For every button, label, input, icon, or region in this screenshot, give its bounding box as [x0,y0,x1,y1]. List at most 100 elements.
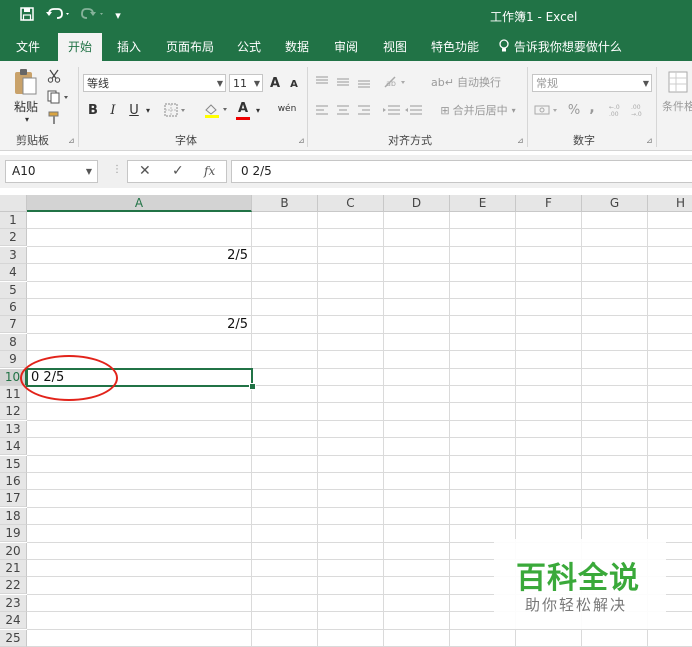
tab-file[interactable]: 文件 [16,33,40,61]
name-box[interactable]: A10 ▼ [5,160,98,183]
gridline [27,350,692,352]
vertical-align-icons[interactable] [314,73,374,91]
row-header-6[interactable]: 6 [0,299,27,316]
column-header-b[interactable]: B [252,195,318,212]
row-header-14[interactable]: 14 [0,438,27,456]
row-header-22[interactable]: 22 [0,577,27,595]
row-header-7[interactable]: 7 [0,316,27,334]
tab-data[interactable]: 数据 [285,33,309,61]
paste-icon[interactable] [10,67,40,97]
underline-dropdown-icon[interactable]: ▾ [143,101,153,119]
tab-review[interactable]: 审阅 [334,33,358,61]
row-header-25[interactable]: 25 [0,629,27,647]
select-all-corner[interactable] [0,195,27,212]
bold-button[interactable]: B [85,101,101,119]
number-format-combo[interactable]: 常规 ▼ [532,74,652,92]
cut-icon[interactable] [45,67,63,85]
row-header-11[interactable]: 11 [0,386,27,403]
column-header-e[interactable]: E [450,195,516,212]
row-header-13[interactable]: 13 [0,420,27,438]
tab-page-layout[interactable]: 页面布局 [166,33,214,61]
italic-button[interactable]: I [105,101,121,119]
row-header-21[interactable]: 21 [0,560,27,577]
row-header-8[interactable]: 8 [0,333,27,351]
indent-icons[interactable] [382,101,426,119]
row-header-19[interactable]: 19 [0,525,27,543]
column-header-d[interactable]: D [384,195,450,212]
watermark-title: 百科全说 [516,561,640,596]
row-header-15[interactable]: 15 [0,455,27,473]
undo-icon[interactable] [44,6,72,26]
font-launcher-icon[interactable]: ⊿ [298,136,305,145]
tab-home[interactable]: 开始 [58,33,103,61]
row-header-2[interactable]: 2 [0,229,27,247]
fill-handle[interactable] [249,383,256,390]
name-box-dropdown-icon[interactable]: ▼ [86,161,92,182]
formula-input[interactable]: 0 2/5 [231,160,692,183]
row-header-1[interactable]: 1 [0,212,27,229]
number-launcher-icon[interactable]: ⊿ [646,136,653,145]
row-header-24[interactable]: 24 [0,612,27,630]
copy-icon[interactable] [45,88,73,106]
tab-formulas[interactable]: 公式 [237,33,261,61]
font-name-combo[interactable]: 等线 ▼ [83,74,226,92]
row-header-18[interactable]: 18 [0,507,27,525]
decrease-font-size-button[interactable]: A [288,76,300,92]
gridline [27,524,692,526]
customize-icon[interactable]: ▾ [112,6,124,26]
row-header-5[interactable]: 5 [0,281,27,299]
font-size-combo[interactable]: 11 ▼ [229,74,263,92]
decimal-icons[interactable]: ←.0.00.00 →.0 [609,101,651,119]
merge-center-button[interactable]: ⊞ 合并后居中 ▾ [434,101,522,119]
increase-font-size-button[interactable]: A [268,74,282,92]
row-header-16[interactable]: 16 [0,473,27,490]
column-header-g[interactable]: G [582,195,648,212]
fill-color-icon[interactable] [202,101,232,119]
row-header-17[interactable]: 17 [0,490,27,508]
column-header-f[interactable]: F [516,195,582,212]
row-header-4[interactable]: 4 [0,264,27,282]
horizontal-align-icons[interactable] [314,101,374,119]
cell-a7[interactable]: 2/5 [27,316,248,333]
phonetic-button[interactable]: wén [275,99,299,119]
watermark-subtitle: 助你轻松解决 [525,596,628,614]
row-header-3[interactable]: 3 [0,246,27,264]
percent-button[interactable]: % [566,101,582,119]
orientation-icon[interactable]: ab [382,73,412,91]
tab-insert[interactable]: 插入 [117,33,141,61]
comma-button[interactable]: , [586,99,598,117]
cancel-entry-button[interactable]: ✕ [139,161,151,182]
column-header-a[interactable]: A [27,195,252,212]
conditional-formatting-label[interactable]: 条件格 [662,98,692,114]
conditional-formatting-icon[interactable] [665,69,692,95]
ribbon-home: 粘贴 ▾ 剪贴板 ⊿ 等线 ▼ 11 ▼ A A B I U ▾ A ▾ wén… [0,61,692,151]
paste-button[interactable]: 粘贴 [12,98,40,114]
column-header-c[interactable]: C [318,195,384,212]
font-size-dropdown-icon[interactable]: ▼ [254,75,260,93]
confirm-entry-button[interactable]: ✓ [172,161,184,182]
clipboard-launcher-icon[interactable]: ⊿ [68,136,75,145]
tab-view[interactable]: 视图 [383,33,407,61]
tell-me-box[interactable]: 告诉我你想要做什么 [498,33,622,61]
font-name-dropdown-icon[interactable]: ▼ [217,75,223,93]
row-header-12[interactable]: 12 [0,403,27,421]
font-color-button[interactable]: A [236,99,250,120]
row-header-20[interactable]: 20 [0,542,27,560]
tab-special-features[interactable]: 特色功能 [431,33,479,61]
insert-function-button[interactable]: fx [204,161,215,182]
row-header-23[interactable]: 23 [0,594,27,612]
number-format-dropdown-icon[interactable]: ▼ [643,75,649,93]
paste-dropdown-icon[interactable]: ▾ [22,114,32,124]
cell-a3[interactable]: 2/5 [27,247,248,264]
font-color-dropdown-icon[interactable]: ▾ [253,101,263,119]
currency-icon[interactable] [533,101,563,119]
column-header-h[interactable]: H [648,195,692,212]
alignment-launcher-icon[interactable]: ⊿ [517,136,524,145]
wrap-text-button[interactable]: ab↵ 自动换行 [431,73,501,91]
save-icon[interactable] [18,6,36,26]
format-painter-icon[interactable] [45,109,63,127]
border-icon[interactable] [163,101,189,119]
row-header-9[interactable]: 9 [0,351,27,369]
redo-icon[interactable] [78,6,106,26]
underline-button[interactable]: U [126,101,142,119]
